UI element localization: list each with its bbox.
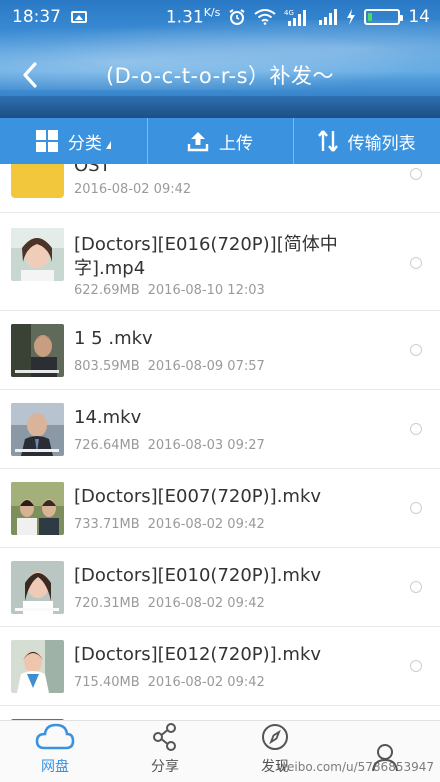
action-toolbar: 分类 上传 传输列表: [0, 118, 440, 164]
nav-netdisk-label: 网盘: [41, 759, 69, 775]
file-meta: 2016-08-02 09:42: [74, 182, 191, 197]
status-bar: 18:37 1.31K/s 4G 14: [0, 0, 440, 34]
transfer-arrows-icon: [317, 130, 338, 152]
file-date: 2016-08-02 09:42: [74, 182, 192, 197]
signal-4g-icon: 4G: [284, 9, 307, 26]
list-item[interactable]: [Doctors][E010(720P)].mkv 720.31MB 2016-0…: [0, 548, 440, 627]
battery-level: 14: [408, 7, 430, 27]
list-item[interactable]: [Doctors][E007(720P)].mkv 733.71MB 2016-0…: [0, 469, 440, 548]
network-speed-unit: K/s: [203, 6, 221, 20]
battery-icon: [364, 9, 404, 25]
back-button[interactable]: [16, 60, 46, 90]
file-meta: 803.59MB 2016-08-09 07:57: [74, 359, 265, 374]
list-item[interactable]: [Doctors][E016(720P)][简体中字].mp4 622.69MB…: [0, 213, 440, 311]
image-notification-icon: [71, 11, 87, 23]
file-meta: 715.40MB 2016-08-02 09:42: [74, 675, 265, 690]
category-label: 分类: [67, 133, 102, 154]
status-time: 18:37: [12, 7, 61, 27]
list-item[interactable]: OST 2016-08-02 09:42: [0, 164, 440, 213]
chevron-left-icon: [23, 62, 37, 88]
alarm-icon: [229, 9, 245, 25]
compass-icon: [262, 724, 288, 750]
select-radio[interactable]: [410, 344, 422, 356]
file-name: 14.mkv: [74, 407, 142, 428]
wifi-icon: [254, 9, 276, 25]
file-date: 2016-08-10 12:03: [147, 283, 265, 298]
network-speed: 1.31K/s: [165, 6, 221, 28]
list-item[interactable]: [0, 706, 440, 720]
file-name: 1 5 .mkv: [74, 328, 153, 349]
select-radio[interactable]: [410, 257, 422, 269]
file-meta: 720.31MB 2016-08-02 09:42: [74, 596, 265, 611]
transfer-list-label: 传输列表: [347, 133, 416, 154]
file-size: 726.64MB: [74, 438, 140, 453]
dropdown-caret-icon: [105, 141, 111, 149]
folder-icon: [11, 164, 64, 198]
file-size: 715.40MB: [74, 675, 140, 690]
video-thumbnail: [11, 640, 64, 693]
list-item[interactable]: 1 5 .mkv 803.59MB 2016-08-09 07:57: [0, 311, 440, 390]
file-name: [Doctors][E010(720P)].mkv: [74, 565, 322, 586]
list-item[interactable]: 14.mkv 726.64MB 2016-08-03 09:27: [0, 390, 440, 469]
select-radio[interactable]: [410, 423, 422, 435]
file-size: 803.59MB: [74, 359, 140, 374]
file-name: [Doctors][E012(720P)].mkv: [74, 644, 322, 665]
upload-button[interactable]: 上传: [146, 118, 294, 164]
page-title: (D-o-c-t-o-r-s）补发～: [105, 64, 335, 88]
charging-icon: [347, 9, 356, 25]
weibo-watermark: weibo.com/u/5786853947: [277, 760, 434, 774]
title-bar: (D-o-c-t-o-r-s）补发～: [0, 48, 440, 102]
upload-icon: [187, 132, 209, 152]
nav-share[interactable]: 分享: [110, 721, 220, 782]
category-button[interactable]: 分类: [0, 118, 147, 164]
video-thumbnail: [11, 324, 64, 377]
bottom-navigation: 网盘 分享 发现 weibo.com/u/5786853947: [0, 720, 440, 782]
file-size: 622.69MB: [74, 283, 140, 298]
nav-netdisk[interactable]: 网盘: [0, 721, 110, 782]
file-name: OST: [74, 164, 111, 176]
signal-bars-icon: [319, 9, 338, 25]
file-list: OST 2016-08-02 09:42 [Doctors][E016(720P…: [0, 164, 440, 720]
file-meta: 726.64MB 2016-08-03 09:27: [74, 438, 265, 453]
list-item[interactable]: [Doctors][E012(720P)].mkv 715.40MB 2016-0…: [0, 627, 440, 706]
video-thumbnail: [11, 403, 64, 456]
upload-label: 上传: [219, 133, 253, 154]
video-thumbnail: [11, 482, 64, 535]
video-thumbnail: [11, 561, 64, 614]
file-name: [Doctors][E007(720P)].mkv: [74, 486, 322, 507]
svg-text:4G: 4G: [284, 9, 294, 17]
cloud-icon: [35, 723, 75, 750]
nav-share-label: 分享: [151, 759, 179, 775]
file-meta: 733.71MB 2016-08-02 09:42: [74, 517, 265, 532]
battery-fill: [368, 13, 373, 21]
share-icon: [153, 723, 176, 751]
select-radio[interactable]: [410, 168, 422, 180]
grid-icon: [35, 130, 58, 152]
header-banner: 18:37 1.31K/s 4G 14 (D-o-c-t-o-r-s）补发～: [0, 0, 440, 118]
file-date: 2016-08-02 09:42: [147, 596, 265, 611]
select-radio[interactable]: [410, 581, 422, 593]
file-meta: 622.69MB 2016-08-10 12:03: [74, 283, 265, 298]
file-date: 2016-08-02 09:42: [147, 675, 265, 690]
file-name: [Doctors][E016(720P)][简体中字].mp4: [74, 234, 338, 279]
select-radio[interactable]: [410, 502, 422, 514]
file-date: 2016-08-03 09:27: [147, 438, 265, 453]
transfer-list-button[interactable]: 传输列表: [293, 118, 440, 164]
file-size: 720.31MB: [74, 596, 140, 611]
select-radio[interactable]: [410, 660, 422, 672]
file-date: 2016-08-09 07:57: [147, 359, 265, 374]
file-date: 2016-08-02 09:42: [147, 517, 265, 532]
file-size: 733.71MB: [74, 517, 140, 532]
video-thumbnail: [11, 228, 64, 281]
